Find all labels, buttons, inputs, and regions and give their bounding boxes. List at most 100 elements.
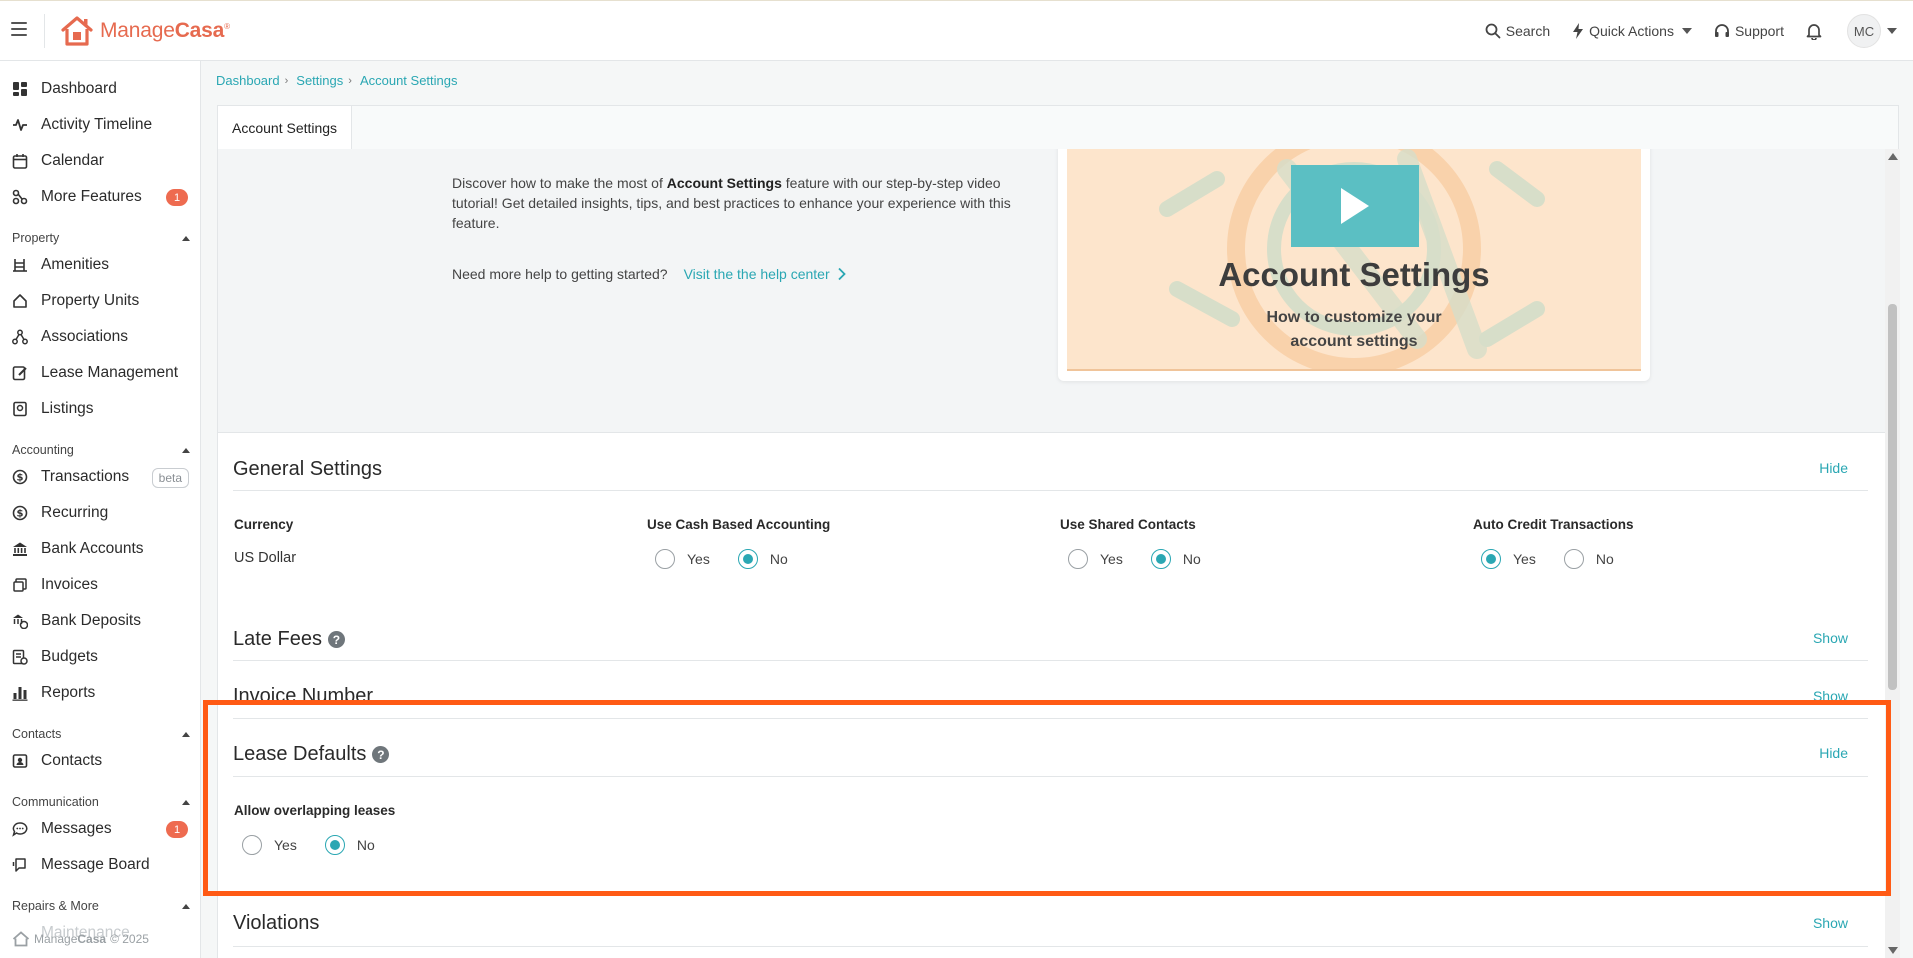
hamburger-menu-icon[interactable] [11,22,27,36]
svg-text:$: $ [17,473,24,484]
sidebar-item-label: Message Board [41,856,150,873]
sidebar-item-message-board[interactable]: Message Board [0,847,200,883]
sidebar-item-contacts[interactable]: Contacts [0,743,200,779]
search-button[interactable]: Search [1485,23,1550,39]
sidebar-item-dashboard[interactable]: Dashboard [0,71,200,107]
help-question-icon[interactable]: ? [327,631,345,648]
highlight-box [203,700,1891,896]
chevron-right-icon [838,267,846,281]
play-button[interactable] [1291,165,1419,247]
late-fees-title: Late Fees? [233,628,345,651]
features-icon [12,189,28,205]
video-thumbnail[interactable]: Account Settings How to customize your a… [1067,149,1641,371]
topbar-divider [44,14,45,48]
tab-account-settings[interactable]: Account Settings [218,106,353,150]
help-more-row: Need more help to getting started? Visit… [452,266,847,282]
sidebar-item-amenities[interactable]: Amenities [0,247,200,283]
breadcrumb-account-settings[interactable]: Account Settings [360,73,458,88]
radio-button[interactable] [655,549,675,569]
shared-contacts-no[interactable]: No [1150,549,1201,569]
violations-toggle[interactable]: Show [1813,915,1848,931]
sidebar-section-accounting[interactable]: Accounting [12,443,190,457]
sidebar-item-invoices[interactable]: Invoices [0,567,200,603]
scroll-down-arrow-icon[interactable] [1888,947,1898,954]
late-fees-toggle[interactable]: Show [1813,630,1848,646]
sidebar: Dashboard Activity Timeline Calendar Mor… [0,61,201,958]
sidebar-item-bank-accounts[interactable]: Bank Accounts [0,531,200,567]
sidebar-item-label: Bank Deposits [41,612,141,629]
general-settings-toggle[interactable]: Hide [1819,460,1848,476]
quick-actions-chevron-down-icon [1681,28,1692,34]
sidebar-item-more-features[interactable]: More Features 1 [0,179,200,215]
auto-credit-radio-group: Yes No [1481,549,1642,569]
sidebar-item-calendar[interactable]: Calendar [0,143,200,179]
collapse-caret-icon [182,731,190,737]
sidebar-item-label: Bank Accounts [41,540,144,557]
scroll-up-arrow-icon[interactable] [1888,153,1898,160]
contacts-icon [12,753,28,769]
app-logo[interactable]: ManageCasa® [60,13,230,49]
help-panel: Discover how to make the most of Account… [218,149,1885,433]
home-icon [12,293,28,309]
notification-badge: 1 [166,189,188,206]
user-avatar[interactable]: MC [1847,14,1881,48]
sidebar-section-communication[interactable]: Communication [12,795,190,809]
quick-actions-button[interactable]: Quick Actions [1572,23,1692,39]
sidebar-item-transactions[interactable]: $ Transactions beta [0,459,200,495]
auto-credit-no[interactable]: No [1563,549,1614,569]
radio-button-selected[interactable] [737,549,758,569]
listings-icon [12,401,28,417]
radio-button-selected[interactable] [1150,549,1171,569]
cash-accounting-yes[interactable]: Yes [655,549,710,569]
search-icon [1485,23,1501,39]
beta-tag: beta [151,468,189,488]
sidebar-section-property[interactable]: Property [12,231,190,245]
scroll-thumb[interactable] [1888,304,1897,690]
sidebar-item-reports[interactable]: Reports [0,675,200,711]
sidebar-item-property-units[interactable]: Property Units [0,283,200,319]
breadcrumb-separator-icon: › [348,74,352,87]
user-menu-chevron-down-icon[interactable] [1887,28,1897,34]
section-label: Repairs & More [12,899,99,913]
sidebar-item-bank-deposits[interactable]: Bank Deposits [0,603,200,639]
sidebar-item-label: Recurring [41,504,109,521]
sidebar-item-recurring[interactable]: $ Recurring [0,495,200,531]
sidebar-item-associations[interactable]: Associations [0,319,200,355]
auto-credit-yes[interactable]: Yes [1481,549,1536,569]
sidebar-section-contacts[interactable]: Contacts [12,727,190,741]
breadcrumb-dashboard[interactable]: Dashboard [216,73,280,88]
general-settings-title: General Settings [233,458,382,480]
notifications-button[interactable] [1806,23,1827,40]
radio-button[interactable] [1068,549,1088,569]
help-description: Discover how to make the most of Account… [452,175,1011,231]
bell-icon [1806,23,1822,40]
breadcrumb-settings[interactable]: Settings [296,73,343,88]
collapse-caret-icon [182,903,190,909]
sidebar-item-label: Invoices [41,576,98,593]
dollar-icon: $ [12,469,28,485]
sidebar-item-messages[interactable]: Messages 1 [0,811,200,847]
shared-contacts-yes[interactable]: Yes [1068,549,1123,569]
currency-label: Currency [234,517,294,532]
video-card[interactable]: Account Settings How to customize your a… [1058,149,1650,381]
help-prompt: Need more help to getting started? [452,266,668,282]
cash-accounting-label: Use Cash Based Accounting [647,517,831,532]
sidebar-item-listings[interactable]: Listings [0,391,200,427]
sidebar-section-repairs[interactable]: Repairs & More [12,899,190,913]
sidebar-item-label: Dashboard [41,80,117,97]
help-center-link[interactable]: Visit the the help center [684,266,847,282]
amenities-icon [12,257,28,273]
cash-accounting-no[interactable]: No [737,549,788,569]
lightning-icon [1573,23,1584,39]
radio-button-selected[interactable] [1481,549,1501,569]
radio-button[interactable] [1563,549,1584,569]
sidebar-item-budgets[interactable]: Budgets [0,639,200,675]
sidebar-item-activity-timeline[interactable]: Activity Timeline [0,107,200,143]
associations-icon [12,329,28,345]
section-divider [233,946,1868,947]
support-button[interactable]: Support [1714,23,1784,39]
tab-bar: Account Settings [217,105,1899,150]
sidebar-item-lease-management[interactable]: Lease Management [0,355,200,391]
section-label: Contacts [12,727,62,741]
violations-title: Violations [233,912,320,934]
